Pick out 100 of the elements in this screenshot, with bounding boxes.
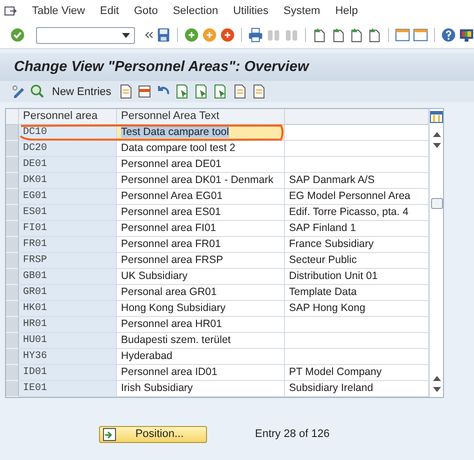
table-cell[interactable]: UK Subsidiary — [117, 269, 285, 285]
table-cell[interactable]: Personnel area ID01 — [117, 365, 285, 381]
table-cell: FR01 — [19, 237, 117, 253]
menu-icon[interactable] — [4, 6, 17, 16]
row-selector[interactable] — [6, 253, 19, 269]
table-cell[interactable]: Personnel area DE01 — [117, 157, 285, 173]
search-icon[interactable] — [30, 84, 45, 99]
row-selector[interactable] — [6, 381, 19, 397]
table-cell: GR01 — [19, 285, 117, 301]
delete-icon[interactable] — [137, 84, 152, 99]
row-selector[interactable] — [6, 365, 19, 381]
row-selector[interactable] — [6, 189, 19, 205]
select-all-cell[interactable] — [6, 109, 19, 125]
select-icon[interactable] — [175, 84, 190, 99]
page-icon[interactable] — [348, 27, 364, 43]
table-cell[interactable]: Personnel area DK01 - Denmark — [117, 173, 285, 189]
table-cell[interactable]: Personnel area FI01 — [117, 221, 285, 237]
column-header[interactable]: Personnel area — [19, 109, 117, 125]
row-selector[interactable] — [6, 173, 19, 189]
table-cell[interactable]: Personal area GR01 — [117, 285, 285, 301]
scroll-up-icon[interactable] — [432, 132, 440, 137]
table-cell[interactable] — [285, 333, 429, 349]
table-cell: ID01 — [19, 365, 117, 381]
table-cell[interactable]: Distribution Unit 01 — [285, 269, 429, 285]
menu-item[interactable]: Edit — [100, 5, 119, 17]
scroll-down-icon[interactable] — [432, 143, 440, 148]
scroll-down-icon[interactable] — [432, 387, 440, 392]
table-cell[interactable]: Data compare tool test 2 — [117, 141, 285, 157]
scroll-thumb[interactable] — [430, 198, 442, 209]
row-selector[interactable] — [6, 285, 19, 301]
table-cell[interactable]: France Subsidiary — [285, 237, 429, 253]
row-selector[interactable] — [6, 141, 19, 157]
row-selector[interactable] — [6, 221, 19, 237]
print-icon[interactable] — [248, 27, 264, 43]
table-cell: FRSP — [19, 253, 117, 269]
row-selector[interactable] — [6, 125, 19, 141]
command-field[interactable] — [36, 26, 135, 44]
row-selector[interactable] — [6, 349, 19, 365]
table-cell: HY36 — [19, 349, 117, 365]
menu-item[interactable]: Goto — [134, 5, 158, 17]
select-icon[interactable] — [194, 84, 210, 99]
window-icon[interactable] — [394, 27, 410, 43]
menu-item[interactable]: Help — [335, 5, 358, 17]
details-icon[interactable] — [232, 84, 248, 99]
table-cell[interactable]: Personnel area HR01 — [117, 317, 285, 333]
table-cell[interactable] — [285, 317, 429, 333]
table-cell[interactable]: EG Model Personnel Area — [285, 189, 429, 205]
column-settings-icon[interactable] — [430, 111, 443, 123]
row-selector[interactable] — [6, 301, 19, 317]
table-cell[interactable]: SAP Danmark A/S — [285, 173, 429, 189]
select-icon[interactable] — [213, 84, 228, 99]
table-cell[interactable]: Secteur Public — [285, 253, 429, 269]
menu-item[interactable]: Utilities — [233, 5, 269, 17]
enter-icon[interactable] — [10, 27, 26, 43]
table-cell: HR01 — [19, 317, 117, 333]
table-cell[interactable]: Personnel area FR01 — [117, 237, 285, 253]
table-cell[interactable] — [285, 349, 429, 365]
row-selector[interactable] — [6, 237, 19, 253]
monitor-icon[interactable] — [458, 27, 474, 43]
table-cell: EG01 — [19, 189, 117, 205]
table-cell[interactable]: Hong Kong Subsidiary — [117, 301, 285, 317]
save-icon[interactable] — [156, 27, 172, 43]
table-cell: GB01 — [19, 269, 117, 285]
table-cell[interactable]: Template Data — [285, 285, 429, 301]
table-cell[interactable] — [285, 157, 429, 173]
document-icon[interactable] — [251, 84, 266, 99]
table-cell[interactable]: Personnel area FRSP — [117, 253, 285, 269]
page-icon[interactable] — [330, 27, 346, 43]
column-header[interactable]: Personnel Area Text — [117, 109, 285, 125]
row-selector[interactable] — [6, 205, 19, 221]
scroll-up-icon[interactable] — [432, 376, 440, 381]
row-selector[interactable] — [6, 269, 19, 285]
menu-item[interactable]: Selection — [172, 5, 218, 17]
position-icon — [103, 428, 116, 440]
table-cell[interactable]: Subsidiary Ireland — [285, 381, 429, 397]
new-entries-button[interactable]: New Entries — [49, 86, 114, 98]
position-button[interactable]: Position... — [99, 426, 207, 442]
table-cell[interactable]: PT Model Company — [285, 365, 429, 381]
copy-icon[interactable] — [118, 84, 134, 99]
table-cell[interactable]: Personnel Area EG01 — [117, 189, 285, 205]
menu-item[interactable]: System — [284, 5, 320, 17]
table-cell[interactable]: Irish Subsidiary — [117, 381, 285, 397]
row-selector[interactable] — [6, 333, 19, 349]
screen-title: Change View "Personnel Areas": Overview — [14, 59, 309, 75]
table-cell[interactable]: Personnel area ES01 — [117, 205, 285, 221]
menu-item[interactable]: Table View — [32, 5, 85, 17]
table-cell[interactable]: Budapesti szem. terület — [117, 333, 285, 349]
window-icon[interactable] — [412, 27, 428, 43]
table-cell[interactable] — [285, 125, 429, 141]
table-cell[interactable]: SAP Hong Kong — [285, 301, 429, 317]
table-cell[interactable]: Edif. Torre Picasso, pta. 4 — [285, 205, 429, 221]
table-cell[interactable] — [285, 141, 429, 157]
dropdown-icon[interactable] — [122, 32, 130, 38]
table-cell[interactable]: SAP Finland 1 — [285, 221, 429, 237]
row-selector[interactable] — [6, 157, 19, 173]
help-icon[interactable] — [440, 27, 456, 43]
table-cell[interactable]: Hyderabad — [117, 349, 285, 365]
page-icon[interactable] — [366, 27, 382, 43]
row-selector[interactable] — [6, 317, 19, 333]
collapse-icon[interactable] — [144, 30, 153, 40]
